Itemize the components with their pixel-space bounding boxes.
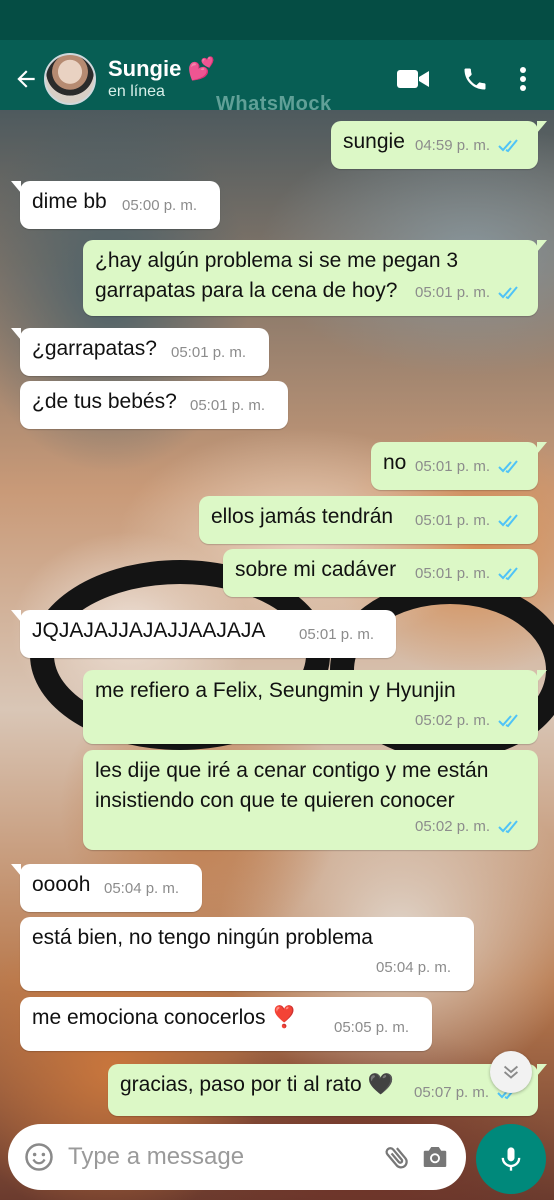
- video-camera-icon: [397, 70, 429, 88]
- contact-name: Sungie 💕: [108, 56, 215, 81]
- message-text: me emociona conocerlos ❣️: [32, 1006, 298, 1029]
- message-bubble[interactable]: JQJAJAJJAJAJJAAJAJA 05:01 p. m.: [11, 610, 396, 658]
- message-text: sobre mi cadáver: [235, 558, 397, 581]
- message-bubble[interactable]: dime bb 05:00 p. m.: [11, 181, 220, 229]
- emoji-icon: [25, 1143, 53, 1171]
- contact-status: en línea: [108, 83, 165, 100]
- message-time: 05:02 p. m.: [415, 818, 491, 835]
- watermark: WhatsMock: [216, 93, 332, 115]
- message-time: 05:01 p. m.: [299, 626, 375, 643]
- message-text: les dije que iré a cenar contigo y me es…: [95, 759, 489, 812]
- message-text: no: [383, 451, 407, 474]
- arrow-left-icon: [17, 70, 35, 88]
- message-bubble[interactable]: me emociona conocerlos ❣️ 05:05 p. m.: [20, 997, 432, 1051]
- message-bubble[interactable]: sungie 04:59 p. m.: [331, 121, 547, 169]
- voice-call-button[interactable]: [444, 55, 506, 103]
- phone-icon: [464, 68, 486, 90]
- message-text: sungie: [343, 130, 405, 153]
- message-bubble[interactable]: ¿hay algún problema si se me pegan 3 gar…: [83, 240, 547, 316]
- message-time: 05:01 p. m.: [415, 458, 491, 475]
- voice-message-button[interactable]: [476, 1124, 546, 1194]
- message-bubble[interactable]: está bien, no tengo ningún problema 05:0…: [20, 917, 474, 991]
- message-time: 05:00 p. m.: [122, 197, 198, 214]
- message-time: 05:01 p. m.: [171, 344, 247, 361]
- message-bubble[interactable]: ¿garrapatas? 05:01 p. m.: [11, 328, 269, 376]
- message-text: ¿de tus bebés?: [32, 390, 177, 413]
- video-call-button[interactable]: [382, 55, 444, 103]
- double-check-icon: [498, 714, 518, 728]
- paperclip-icon: [385, 1147, 408, 1169]
- more-options-button[interactable]: [506, 55, 540, 103]
- microphone-icon: [501, 1147, 521, 1171]
- message-bubble[interactable]: no 05:01 p. m.: [371, 442, 547, 490]
- message-bubble[interactable]: ellos jamás tendrán 05:01 p. m.: [199, 496, 538, 544]
- message-time: 05:01 p. m.: [415, 565, 491, 582]
- back-button[interactable]: [8, 59, 44, 99]
- double-check-icon: [498, 286, 518, 300]
- message-time: 05:01 p. m.: [415, 512, 491, 529]
- camera-button[interactable]: [416, 1133, 454, 1181]
- double-check-icon: [498, 139, 518, 153]
- attach-button[interactable]: [378, 1133, 416, 1181]
- message-text: ooooh: [32, 873, 91, 896]
- more-vert-icon: [520, 67, 526, 91]
- chevrons-down-icon: [503, 1065, 519, 1079]
- message-text: JQJAJAJJAJAJJAAJAJA: [32, 619, 266, 642]
- emoji-button[interactable]: [20, 1133, 58, 1181]
- message-text: ¿garrapatas?: [32, 337, 157, 360]
- message-time: 04:59 p. m.: [415, 137, 491, 154]
- avatar[interactable]: [44, 53, 96, 105]
- message-bubble[interactable]: ¿de tus bebés? 05:01 p. m.: [20, 381, 288, 429]
- message-bubble[interactable]: sobre mi cadáver 05:01 p. m.: [223, 549, 538, 597]
- message-time: 05:05 p. m.: [334, 1019, 410, 1036]
- message-text: me refiero a Felix, Seungmin y Hyunjin: [95, 679, 456, 702]
- message-time: 05:04 p. m.: [376, 959, 452, 976]
- message-text: dime bb: [32, 190, 107, 213]
- message-time: 05:01 p. m.: [415, 284, 491, 301]
- camera-icon: [423, 1147, 447, 1167]
- status-bar: [0, 0, 554, 40]
- double-check-icon: [498, 567, 518, 581]
- message-text: está bien, no tengo ningún problema: [32, 926, 373, 949]
- message-time: 05:04 p. m.: [104, 880, 180, 897]
- scroll-to-bottom-button[interactable]: [490, 1051, 532, 1093]
- double-check-icon: [498, 820, 518, 834]
- message-bubble[interactable]: ooooh 05:04 p. m.: [11, 864, 202, 912]
- message-bubble[interactable]: me refiero a Felix, Seungmin y Hyunjin 0…: [83, 670, 547, 744]
- message-composer: [8, 1124, 466, 1190]
- message-bubble[interactable]: gracias, paso por ti al rato 🖤 05:07 p. …: [108, 1064, 547, 1116]
- message-time: 05:07 p. m.: [414, 1084, 490, 1101]
- double-check-icon: [498, 514, 518, 528]
- message-text: ellos jamás tendrán: [211, 505, 394, 528]
- contact-info[interactable]: Sungie 💕 en línea: [108, 56, 215, 102]
- message-text: gracias, paso por ti al rato 🖤: [120, 1073, 394, 1096]
- message-time: 05:02 p. m.: [415, 712, 491, 729]
- double-check-icon: [498, 460, 518, 474]
- message-bubble[interactable]: les dije que iré a cenar contigo y me es…: [83, 750, 538, 850]
- message-time: 05:01 p. m.: [190, 397, 266, 414]
- message-input[interactable]: [68, 1143, 378, 1171]
